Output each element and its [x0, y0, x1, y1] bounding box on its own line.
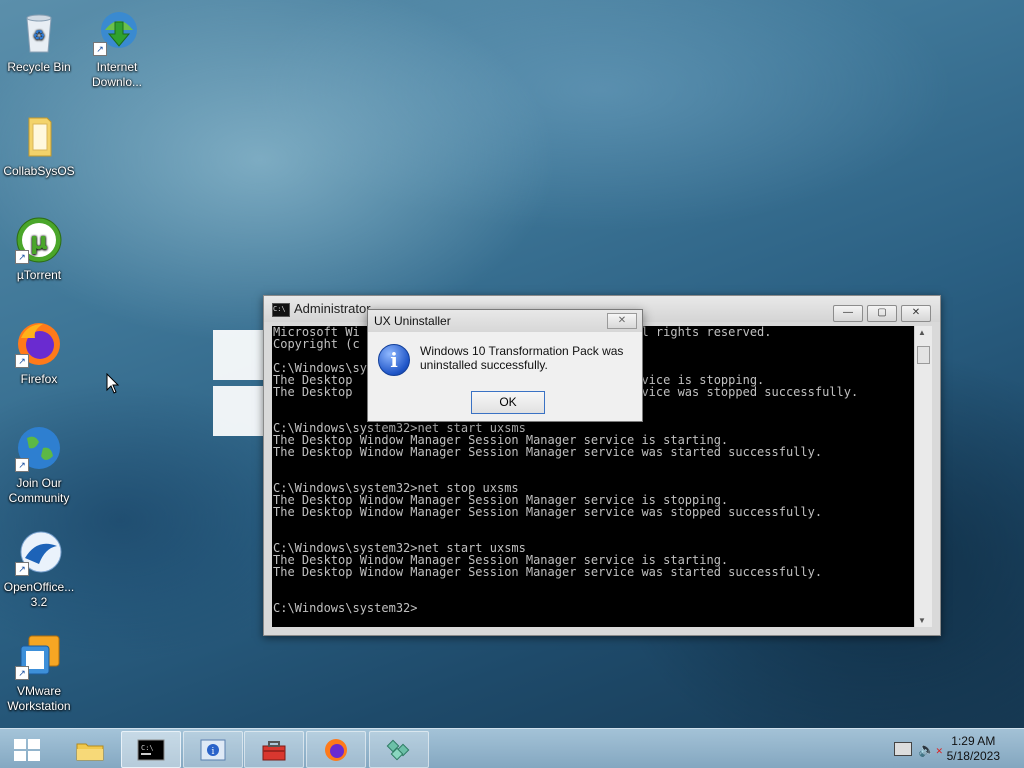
dialog-title: UX Uninstaller — [374, 314, 451, 328]
vmware-icon: ↗ — [15, 632, 63, 680]
desktop-icon-label: Firefox — [20, 372, 58, 386]
scroll-up-icon[interactable]: ▲ — [918, 328, 926, 337]
taskbar-clock[interactable]: 1:29 AM 5/18/2023 — [947, 734, 1000, 764]
svg-text:♻: ♻ — [33, 27, 46, 43]
clock-date: 5/18/2023 — [946, 749, 1000, 763]
desktop-icon-label: Join Our Community — [8, 476, 70, 505]
taskbar-file-explorer[interactable] — [60, 731, 120, 768]
taskbar-firefox[interactable] — [306, 731, 366, 768]
windows-logo-wallpaper — [213, 330, 265, 438]
openoffice-icon: ↗ — [15, 528, 63, 576]
shortcut-arrow-icon: ↗ — [15, 354, 29, 368]
desktop-icon-label: OpenOffice... 3.2 — [3, 580, 75, 609]
recycle-bin-icon: ♻ — [15, 8, 63, 56]
internet-download-manager-icon: ↗ — [93, 8, 141, 56]
desktop-icon-internet-download-manager[interactable]: ↗ Internet Downlo... — [78, 8, 156, 90]
clock-time: 1:29 AM — [951, 734, 996, 748]
maximize-button[interactable]: ▢ — [867, 305, 897, 322]
system-tray: 🔈✕ 1:29 AM 5/18/2023 — [874, 729, 1024, 768]
desktop-icon-label: µTorrent — [16, 268, 62, 282]
ux-uninstaller-dialog[interactable]: UX Uninstaller ✕ i Windows 10 Transforma… — [367, 309, 643, 422]
cmd-icon: C:\ — [137, 739, 165, 761]
info-window-icon: i — [200, 739, 226, 761]
shortcut-arrow-icon: ↗ — [15, 562, 29, 576]
svg-text:µ: µ — [30, 227, 48, 255]
desktop-icon-collabsysos[interactable]: CollabSysOS — [0, 112, 78, 179]
taskbar-system-info[interactable]: i — [183, 731, 243, 768]
volume-muted-icon[interactable]: 🔈✕ — [918, 741, 943, 758]
svg-text:C:\: C:\ — [141, 744, 154, 752]
desktop-icon-join-our-community[interactable]: ↗ Join Our Community — [0, 424, 78, 506]
svg-text:i: i — [212, 747, 215, 757]
dialog-close-button[interactable]: ✕ — [607, 313, 637, 329]
scroll-down-icon[interactable]: ▼ — [918, 616, 926, 625]
desktop-icon-openoffice[interactable]: ↗ OpenOffice... 3.2 — [0, 528, 78, 610]
vertical-scrollbar[interactable]: ▲ ▼ — [914, 326, 932, 627]
dialog-message: Windows 10 Transformation Pack was unins… — [420, 344, 624, 372]
globe-icon: ↗ — [15, 424, 63, 472]
desktop-icon-utorrent[interactable]: µ ↗ µTorrent — [0, 216, 78, 283]
desktop-icon-recycle-bin[interactable]: ♻ Recycle Bin — [0, 8, 78, 75]
desktop-icon-firefox[interactable]: ↗ Firefox — [0, 320, 78, 387]
window-title: Administrator — [294, 301, 371, 316]
taskbar: C:\ i 🔈✕ 1:29 AM 5/18/2023 — [0, 728, 1024, 768]
firefox-icon — [325, 739, 347, 761]
scrollbar-thumb[interactable] — [917, 346, 930, 364]
shortcut-arrow-icon: ↗ — [15, 250, 29, 264]
ok-button[interactable]: OK — [471, 391, 545, 414]
shortcut-arrow-icon: ↗ — [93, 42, 107, 56]
info-icon: i — [378, 344, 410, 376]
desktop-icon-label: CollabSysOS — [3, 164, 75, 178]
desktop-icon-label: Internet Downlo... — [91, 60, 143, 89]
toolbox-icon — [262, 741, 286, 761]
dialog-titlebar[interactable]: UX Uninstaller ✕ — [368, 310, 642, 332]
folder-icon — [76, 743, 104, 761]
mouse-cursor-icon — [106, 373, 120, 394]
desktop-icon-label: VMware Workstation — [7, 684, 71, 713]
folder-icon — [15, 112, 63, 160]
start-button[interactable] — [14, 739, 40, 761]
shortcut-arrow-icon: ↗ — [15, 458, 29, 472]
taskbar-installer[interactable] — [369, 731, 429, 768]
desktop-icon-vmware-workstation[interactable]: ↗ VMware Workstation — [0, 632, 78, 714]
utorrent-icon: µ ↗ — [15, 216, 63, 264]
network-icon[interactable] — [894, 742, 912, 756]
shortcut-arrow-icon: ↗ — [15, 666, 29, 680]
desktop-icon-label: Recycle Bin — [7, 60, 71, 74]
taskbar-toolbox[interactable] — [244, 731, 304, 768]
taskbar-command-prompt[interactable]: C:\ — [121, 731, 181, 768]
firefox-icon: ↗ — [15, 320, 63, 368]
close-button[interactable]: ✕ — [901, 305, 931, 322]
minimize-button[interactable]: — — [833, 305, 863, 322]
cmd-icon: C:\ — [272, 303, 290, 317]
installer-icon — [386, 739, 410, 761]
